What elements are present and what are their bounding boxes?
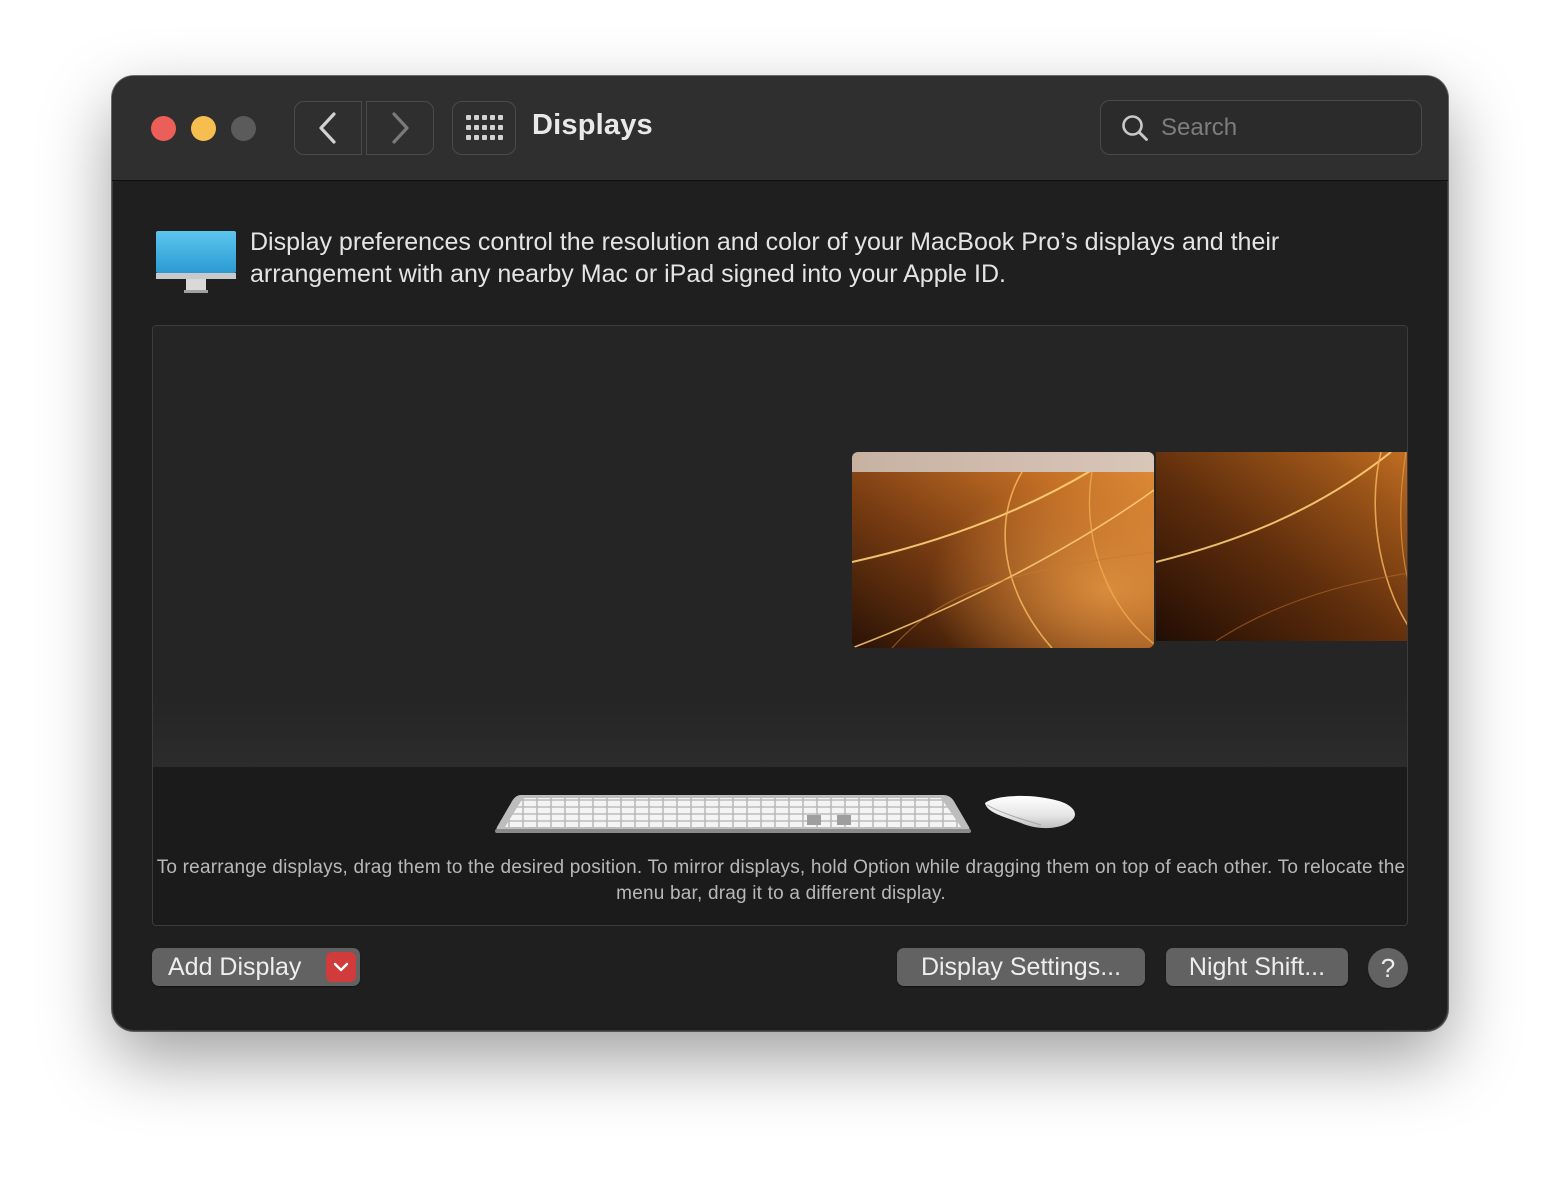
chevron-left-icon: [319, 112, 336, 144]
show-all-button[interactable]: [452, 101, 516, 155]
secondary-display[interactable]: [1156, 452, 1407, 641]
wallpaper-image: [1156, 452, 1407, 641]
window-title: Displays: [532, 109, 653, 141]
mouse-icon: [985, 795, 1075, 829]
add-display-label: Add Display: [168, 952, 302, 981]
main-display[interactable]: [852, 452, 1154, 648]
add-display-button[interactable]: Add Display: [152, 948, 360, 986]
chevron-right-icon: [392, 112, 409, 144]
keyboard-icon: [495, 795, 971, 833]
search-icon: [1122, 115, 1148, 141]
back-button[interactable]: [294, 101, 362, 155]
displays-window: Displays Display preferences control the…: [112, 76, 1448, 1031]
search-field[interactable]: [1100, 100, 1422, 155]
desk-area: To rearrange displays, drag them to the …: [153, 767, 1407, 925]
description-text: Display preferences control the resoluti…: [250, 228, 1280, 288]
minimize-button[interactable]: [191, 116, 216, 141]
zoom-button[interactable]: [231, 116, 256, 141]
help-button[interactable]: ?: [1368, 948, 1408, 988]
wallpaper-image: [852, 452, 1154, 648]
display-settings-button[interactable]: Display Settings...: [897, 948, 1145, 986]
grid-icon: [466, 115, 503, 140]
close-button[interactable]: [151, 116, 176, 141]
night-shift-button[interactable]: Night Shift...: [1166, 948, 1348, 986]
arrangement-canvas: [153, 326, 1407, 767]
search-input[interactable]: [1161, 101, 1411, 154]
chevron-down-icon: [326, 952, 356, 982]
forward-button[interactable]: [366, 101, 434, 155]
arrangement-hint: To rearrange displays, drag them to the …: [156, 857, 1406, 904]
menu-bar-strip[interactable]: [852, 452, 1154, 472]
titlebar: Displays: [112, 76, 1448, 181]
arrangement-area: To rearrange displays, drag them to the …: [152, 325, 1408, 926]
display-icon: [156, 231, 236, 293]
